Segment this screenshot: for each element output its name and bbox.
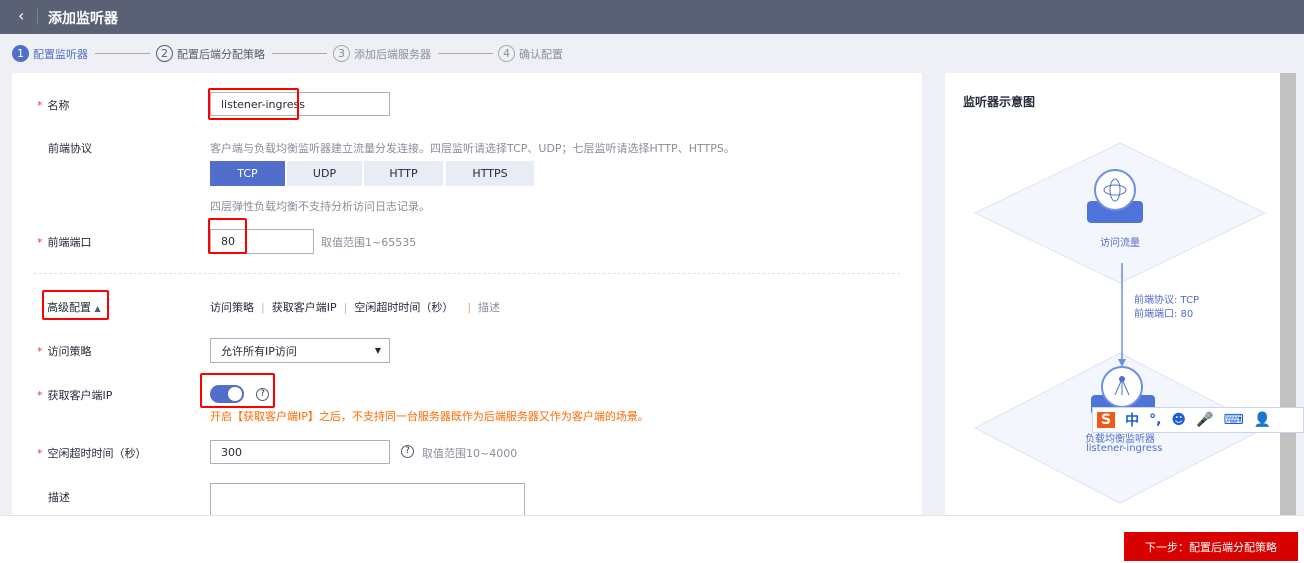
scrollbar[interactable] bbox=[1280, 73, 1296, 515]
sogou-logo-icon: S bbox=[1097, 412, 1116, 428]
link-description[interactable]: 描述 bbox=[478, 301, 500, 314]
port-label: 前端端口: 80 bbox=[1134, 309, 1194, 320]
bottom-node-name: listener-ingress bbox=[1086, 443, 1163, 454]
step-indicator: 1 配置监听器 2 配置后端分配策略 3 添加后端服务器 4 确认配置 bbox=[0, 34, 1304, 72]
mic-icon: 🎤 bbox=[1196, 412, 1214, 428]
select-value: 允许所有IP访问 bbox=[221, 344, 297, 358]
emoji-icon: ☻ bbox=[1171, 412, 1187, 428]
idle-timeout-label: * 空闲超时时间（秒） bbox=[37, 447, 147, 460]
form-card: * 名称 listener-ingress 前端协议 客户端与负载均衡监听器建立流… bbox=[12, 73, 922, 523]
divider bbox=[34, 273, 900, 274]
protocol-https[interactable]: HTTPS bbox=[446, 161, 534, 186]
step-label: 配置后端分配策略 bbox=[177, 47, 265, 61]
description-label: 描述 bbox=[48, 491, 70, 504]
step-number: 1 bbox=[12, 45, 29, 62]
port-range: 取值范围1~65535 bbox=[321, 236, 417, 249]
step-label: 添加后端服务器 bbox=[354, 47, 431, 61]
step-1: 1 配置监听器 bbox=[12, 45, 88, 62]
access-policy-select[interactable]: 允许所有IP访问 ▼ bbox=[210, 338, 390, 363]
link-access-policy[interactable]: 访问策略 bbox=[210, 301, 254, 314]
highlight-box bbox=[208, 218, 247, 254]
step-3: 3 添加后端服务器 bbox=[333, 45, 431, 62]
step-2: 2 配置后端分配策略 bbox=[156, 45, 265, 62]
protocol-udp[interactable]: UDP bbox=[287, 161, 362, 186]
step-4: 4 确认配置 bbox=[498, 45, 563, 62]
footer-bar: 下一步：配置后端分配策略 bbox=[0, 515, 1304, 563]
step-connector bbox=[95, 53, 150, 54]
punctuation-icon: °, bbox=[1149, 412, 1162, 428]
keyboard-icon: ⌨ bbox=[1223, 412, 1244, 428]
diagram-panel: 监听器示意图 访问流量 前端协议: TCP 前端端口: 80 负载均衡监听器 l… bbox=[945, 73, 1280, 515]
help-icon[interactable]: ? bbox=[401, 445, 414, 458]
port-label: * 前端端口 bbox=[37, 236, 92, 249]
highlight-box bbox=[42, 290, 109, 320]
protocol-tcp[interactable]: TCP bbox=[210, 161, 285, 186]
advanced-links: 访问策略 | 获取客户端IP | 空闲超时时间（秒） | 描述 bbox=[210, 301, 501, 314]
caret-down-icon: ▼ bbox=[374, 346, 381, 355]
protocol-note: 四层弹性负载均衡不支持分析访问日志记录。 bbox=[210, 200, 430, 213]
idle-timeout-range: 取值范围10~4000 bbox=[422, 447, 518, 460]
idle-timeout-input[interactable]: 300 bbox=[210, 440, 390, 464]
highlight-box bbox=[208, 88, 299, 120]
header-bar: ‹ 添加监听器 bbox=[0, 0, 1304, 34]
client-ip-warning: 开启【获取客户端IP】之后，不支持同一台服务器既作为后端服务器又作为客户端的场景… bbox=[210, 410, 649, 423]
step-connector bbox=[272, 53, 327, 54]
step-number: 3 bbox=[333, 45, 350, 62]
proto-label: 前端协议: TCP bbox=[1134, 295, 1200, 306]
step-number: 4 bbox=[498, 45, 515, 62]
atom-icon bbox=[1094, 169, 1136, 211]
step-number: 2 bbox=[156, 45, 173, 62]
link-idle-timeout[interactable]: 空闲超时时间（秒） bbox=[354, 301, 453, 314]
client-ip-label: * 获取客户端IP bbox=[37, 389, 113, 402]
access-policy-label: * 访问策略 bbox=[37, 345, 92, 358]
top-node-label: 访问流量 bbox=[1100, 238, 1140, 249]
ime-toolbar[interactable]: S 中 °, ☻ 🎤 ⌨ 👤 bbox=[1092, 407, 1304, 433]
chinese-mode-icon: 中 bbox=[1125, 413, 1140, 429]
step-label: 确认配置 bbox=[519, 47, 563, 61]
divider bbox=[37, 9, 38, 25]
back-icon[interactable]: ‹ bbox=[18, 6, 24, 25]
name-label: * 名称 bbox=[37, 99, 70, 112]
protocol-http[interactable]: HTTP bbox=[364, 161, 443, 186]
step-label: 配置监听器 bbox=[33, 47, 88, 61]
protocol-label: 前端协议 bbox=[48, 142, 92, 155]
step-connector bbox=[438, 53, 493, 54]
protocol-hint: 客户端与负载均衡监听器建立流量分发连接。四层监听请选择TCP、UDP；七层监听请… bbox=[210, 142, 735, 155]
highlight-box bbox=[200, 373, 275, 408]
link-client-ip[interactable]: 获取客户端IP bbox=[272, 301, 337, 314]
user-icon: 👤 bbox=[1253, 412, 1272, 428]
page-title: 添加监听器 bbox=[48, 11, 118, 27]
next-step-button[interactable]: 下一步：配置后端分配策略 bbox=[1124, 532, 1298, 561]
